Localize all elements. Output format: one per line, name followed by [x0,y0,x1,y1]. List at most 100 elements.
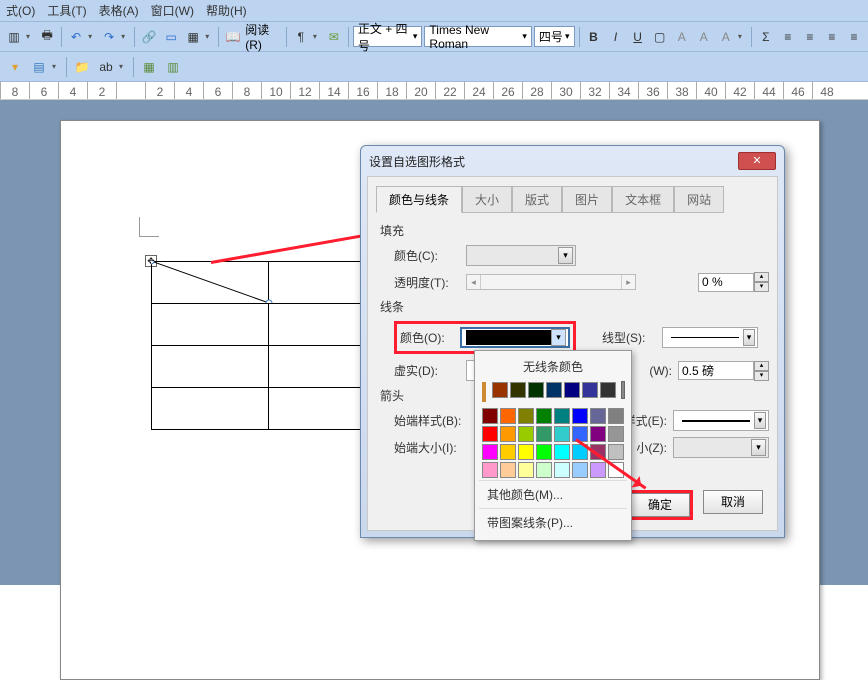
tab-textbox[interactable]: 文本框 [612,186,674,213]
color-swatch[interactable] [518,408,534,424]
end-size-dropdown[interactable]: ▾ [673,437,769,458]
menu-bar: 式(O) 工具(T) 表格(A) 窗口(W) 帮助(H) [0,0,868,22]
line-color-dropdown[interactable]: ▾ [460,327,570,348]
menu-window[interactable]: 窗口(W) [151,2,194,19]
menu-tools[interactable]: 工具(T) [47,2,86,19]
color-swatch[interactable] [554,462,570,478]
color-swatch[interactable] [572,462,588,478]
menu-table[interactable]: 表格(A) [99,2,139,19]
color-swatch[interactable] [536,408,552,424]
color-swatch[interactable] [564,382,580,398]
tab-web[interactable]: 网站 [674,186,724,213]
tab-size[interactable]: 大小 [462,186,512,213]
weight-spinner[interactable]: ▴▾ [678,361,769,381]
pattern-lines-item[interactable]: 带图案线条(P)... [479,508,627,536]
char-scale-icon[interactable]: A [694,26,714,48]
weight-input[interactable] [678,361,754,380]
color-swatch[interactable] [482,444,498,460]
hyperlink-icon[interactable]: 🔗 [139,26,159,48]
color-swatch[interactable] [546,382,562,398]
no-line-color-label[interactable]: 无线条颜色 [479,355,627,380]
tab-layout[interactable]: 版式 [512,186,562,213]
print-icon[interactable]: 🖶 [37,26,57,48]
layout-icon[interactable]: ▥ [162,56,184,78]
color-swatch[interactable] [510,382,526,398]
color-swatch[interactable] [608,426,624,442]
color-swatch[interactable] [528,382,544,398]
grid-icon[interactable]: ▦ [138,56,160,78]
color-swatch[interactable] [554,444,570,460]
folder-icon[interactable]: 📁 [71,56,93,78]
color-swatch[interactable] [536,426,552,442]
transparency-spinner[interactable]: ▴▾ [698,272,769,292]
color-swatch[interactable] [500,444,516,460]
box-icon[interactable]: ▭ [161,26,181,48]
color-swatch[interactable] [536,444,552,460]
border-icon[interactable]: ▢ [650,26,670,48]
color-swatch[interactable] [608,408,624,424]
menu-format[interactable]: 式(O) [6,2,35,19]
color-swatch[interactable] [492,382,508,398]
color-swatch[interactable] [554,408,570,424]
color-swatch[interactable] [572,408,588,424]
color-swatch[interactable] [590,462,606,478]
font-select[interactable]: Times New Roman▾ [424,26,531,47]
table-shape[interactable] [151,261,386,430]
size-select[interactable]: 四号▾ [534,26,575,47]
auto-color-swatch[interactable] [482,382,486,402]
color-swatch[interactable] [482,426,498,442]
color-swatch[interactable] [536,462,552,478]
color-swatch[interactable] [608,444,624,460]
color-swatch[interactable] [518,426,534,442]
cancel-button[interactable]: 取消 [703,490,763,514]
underline-icon[interactable]: U [628,26,648,48]
end-style-dropdown[interactable]: ▾ [673,410,769,431]
color-swatch[interactable] [554,426,570,442]
paragraph-icon[interactable]: ¶ [291,26,311,48]
align-right-icon[interactable]: ≡ [822,26,842,48]
color-swatch[interactable] [518,444,534,460]
color-swatch[interactable] [600,382,616,398]
color-swatch[interactable] [518,462,534,478]
undo-icon[interactable]: ↶ [66,26,86,48]
color-swatch-last[interactable] [622,382,624,398]
close-icon[interactable]: ✕ [738,152,776,170]
align-justify-icon[interactable]: ≡ [844,26,864,48]
line-color-swatch [466,330,551,345]
color-swatch[interactable] [482,462,498,478]
formula-icon[interactable]: Σ [756,26,776,48]
transparency-input[interactable] [698,273,754,292]
color-swatch[interactable] [500,408,516,424]
color-swatch[interactable] [590,426,606,442]
tab-colors-lines[interactable]: 颜色与线条 [376,186,462,213]
book-icon[interactable]: 📖 [223,26,243,48]
doc-icon[interactable]: ▤ [28,56,50,78]
italic-icon[interactable]: I [606,26,626,48]
line-type-dropdown[interactable]: ▾ [662,327,758,348]
dialog-titlebar[interactable]: 设置自选图形格式 ✕ [361,146,784,176]
more-colors-item[interactable]: 其他颜色(M)... [479,480,627,508]
fill-color-dropdown[interactable]: ▾ [466,245,576,266]
redo-icon[interactable]: ↷ [99,26,119,48]
char-border-icon[interactable]: A [672,26,692,48]
transparency-slider[interactable]: ◂▸ [466,274,636,290]
save-split-icon[interactable]: ▥ [4,26,24,48]
send-icon[interactable]: ✉ [324,26,344,48]
style-select[interactable]: 正文 + 四号▾ [353,26,423,47]
highlighter-icon[interactable]: ab [95,56,117,78]
tab-picture[interactable]: 图片 [562,186,612,213]
read-mode-button[interactable]: 阅读(R) [245,21,282,52]
menu-help[interactable]: 帮助(H) [206,2,247,19]
color-swatch[interactable] [482,408,498,424]
ok-button[interactable]: 确定 [630,493,690,517]
align-left-icon[interactable]: ≡ [778,26,798,48]
color-swatch[interactable] [582,382,598,398]
color-swatch[interactable] [500,426,516,442]
new-icon[interactable]: ▾ [4,56,26,78]
table-icon[interactable]: ▦ [183,26,203,48]
highlight-icon[interactable]: A [716,26,736,48]
color-swatch[interactable] [590,408,606,424]
color-swatch[interactable] [500,462,516,478]
align-center-icon[interactable]: ≡ [800,26,820,48]
bold-icon[interactable]: B [583,26,603,48]
